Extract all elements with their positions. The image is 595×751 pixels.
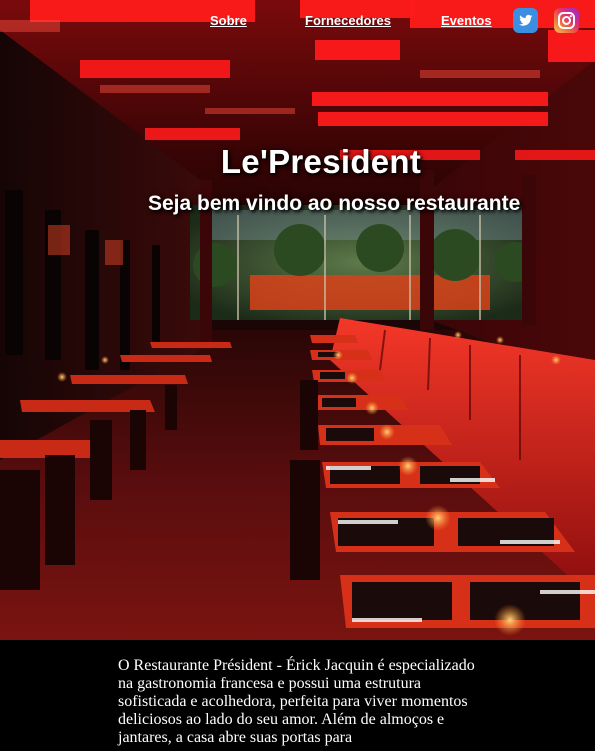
hero-subtitle: Seja bem vindo ao nosso restaurante — [148, 192, 521, 215]
restaurant-interior-image — [0, 0, 595, 640]
about-text: O Restaurante Président - Érick Jacquin … — [118, 657, 475, 746]
hero-banner: Sobre Fornecedores Eventos Le'President … — [0, 0, 595, 640]
page: Sobre Fornecedores Eventos Le'President … — [0, 0, 595, 751]
instagram-icon[interactable] — [554, 8, 579, 33]
top-navigation: Sobre Fornecedores Eventos — [0, 0, 595, 42]
nav-link-fornecedores[interactable]: Fornecedores — [305, 13, 391, 28]
nav-link-sobre[interactable]: Sobre — [210, 13, 247, 28]
hero-title: Le'President — [220, 143, 422, 180]
twitter-icon[interactable] — [513, 8, 538, 33]
nav-link-eventos[interactable]: Eventos — [441, 13, 492, 28]
about-section: O Restaurante Président - Érick Jacquin … — [0, 640, 595, 751]
